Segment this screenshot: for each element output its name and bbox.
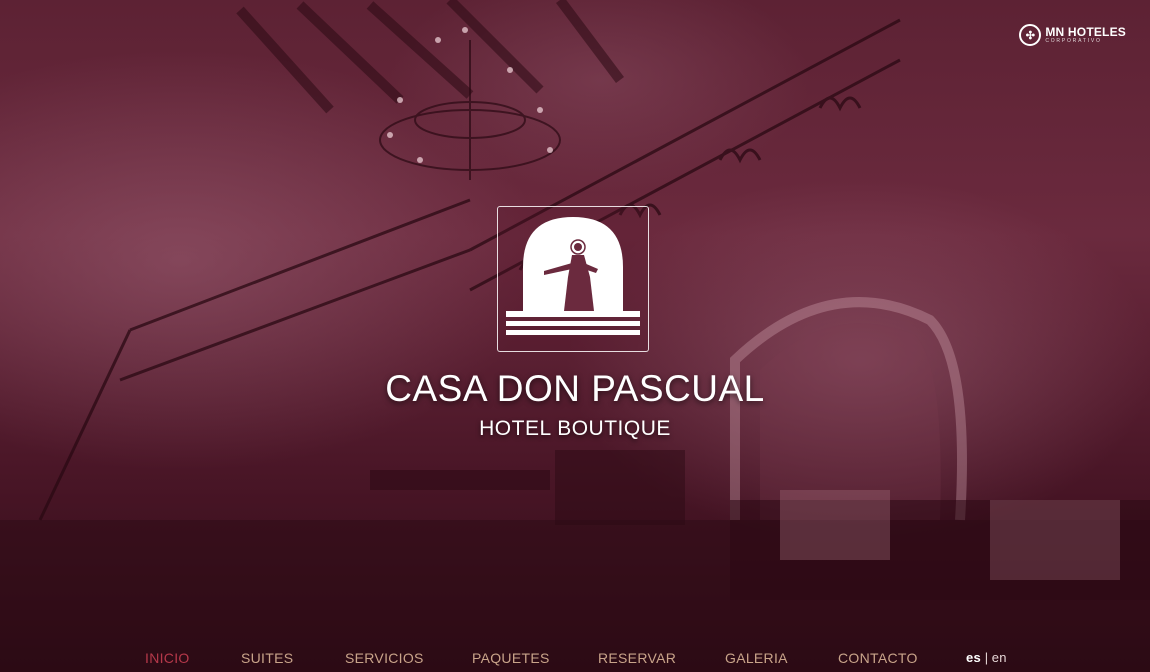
main-navigation: INICIO SUITES SERVICIOS PAQUETES RESERVA…	[0, 648, 1150, 668]
brand-name: MN HOTELES	[1045, 25, 1126, 39]
nav-item-servicios[interactable]: SERVICIOS	[345, 650, 424, 666]
hotel-title: CASA DON PASCUAL	[385, 368, 765, 409]
nav-item-reservar[interactable]: RESERVAR	[598, 650, 676, 666]
nav-item-contacto[interactable]: CONTACTO	[838, 650, 918, 666]
lang-en-link[interactable]: en	[992, 650, 1007, 665]
hotel-subtitle: HOTEL BOUTIQUE	[479, 417, 671, 440]
hotel-logo	[497, 206, 649, 352]
nav-item-galeria[interactable]: GALERIA	[725, 650, 788, 666]
mn-hoteles-logo-icon: ✣	[1019, 24, 1042, 46]
language-switcher: es | en	[966, 650, 1007, 665]
saint-figure-arch-logo-icon	[506, 217, 640, 335]
lang-separator: |	[984, 650, 989, 665]
nav-item-paquetes[interactable]: PAQUETES	[472, 650, 550, 666]
mn-hoteles-brand[interactable]: ✣ MN HOTELES CORPORATIVO	[1019, 24, 1126, 46]
brand-subtitle: CORPORATIVO	[1045, 38, 1102, 44]
lang-es-link[interactable]: es	[966, 650, 981, 665]
nav-item-suites[interactable]: SUITES	[241, 650, 293, 666]
nav-item-inicio[interactable]: INICIO	[145, 650, 190, 666]
